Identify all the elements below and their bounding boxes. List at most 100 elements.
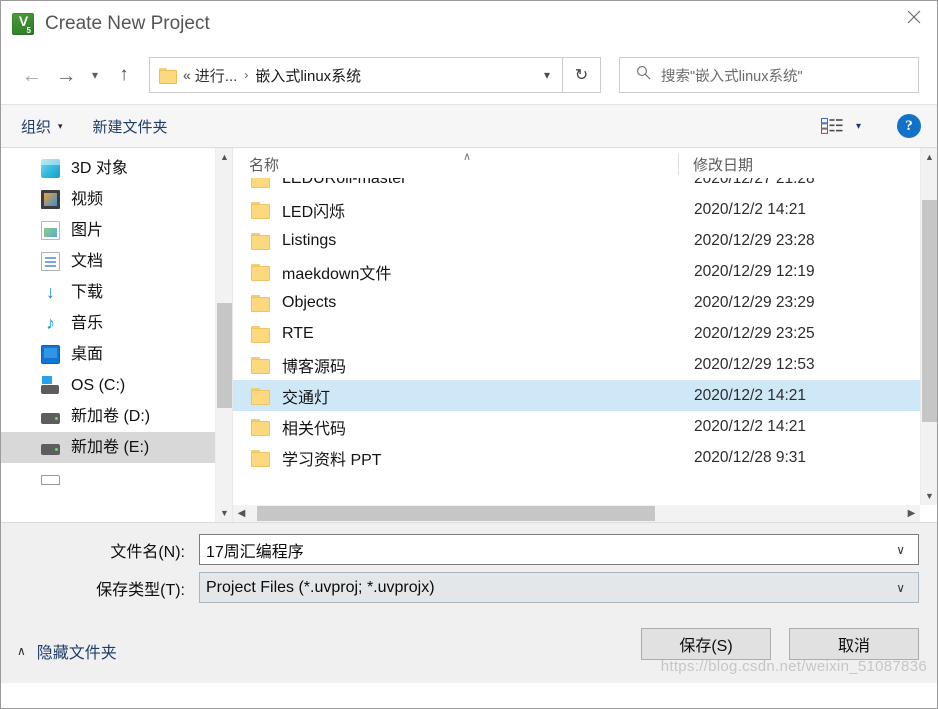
file-list-hscrollbar-thumb[interactable] [257, 506, 655, 521]
dialog-buttons: 保存(S) 取消 [623, 628, 919, 660]
chevron-down-icon: ▾ [58, 120, 63, 131]
breadcrumb-item-0[interactable]: 进行... [195, 65, 238, 86]
sort-ascending-icon: ∧ [463, 151, 472, 163]
sidebar-item[interactable]: 视频 [1, 184, 232, 215]
table-row[interactable]: 博客源码 2020/12/29 12:53 [233, 349, 920, 380]
column-header-date[interactable]: 修改日期 [678, 154, 937, 175]
sidebar-item[interactable]: 3D 对象 [1, 153, 232, 184]
breadcrumb-separator: › [244, 68, 249, 82]
table-row[interactable]: Listings 2020/12/29 23:28 [233, 225, 920, 256]
sidebar-item-label: 图片 [71, 221, 104, 239]
breadcrumb-item-1[interactable]: 嵌入式linux系统 [255, 65, 361, 86]
sidebar-item[interactable]: ♪ 音乐 [1, 308, 232, 339]
table-cell-name: maekdown文件 [233, 260, 678, 284]
sidebar-item[interactable]: 文档 [1, 246, 232, 277]
file-name-label: 交通灯 [282, 389, 331, 407]
chevron-right-icon[interactable]: ▶ [903, 505, 920, 522]
sidebar-item-label: 下载 [71, 283, 104, 301]
desktop-icon [41, 345, 60, 364]
table-row[interactable]: RTE 2020/12/29 23:25 [233, 318, 920, 349]
table-cell-date: 2020/12/27 21:28 [694, 178, 815, 187]
forward-button[interactable]: → [49, 58, 83, 92]
arrow-right-icon: → [55, 63, 77, 87]
new-folder-button[interactable]: 新建文件夹 [93, 116, 168, 137]
help-icon[interactable]: ? [897, 114, 921, 138]
save-button[interactable]: 保存(S) [641, 628, 771, 660]
view-dropdown-icon[interactable]: ▾ [856, 121, 861, 132]
filetype-value: Project Files (*.uvproj; *.uvprojx) [206, 578, 435, 596]
close-icon[interactable] [890, 1, 937, 32]
filename-input[interactable]: 17周汇编程序 [200, 538, 304, 562]
file-list-scrollbar-thumb[interactable] [922, 200, 937, 422]
up-button[interactable]: ↑ [107, 58, 141, 92]
hide-folders-toggle[interactable]: ∧ 隐藏文件夹 [17, 639, 117, 663]
column-header-name[interactable]: 名称 ∧ [233, 151, 678, 175]
search-input[interactable]: 搜索"嵌入式linux系统" [661, 65, 803, 86]
file-list-hscrollbar[interactable]: ◀ ▶ [233, 505, 920, 522]
table-cell-date: 2020/12/29 23:29 [694, 293, 815, 311]
filename-label: 文件名(N): [110, 543, 185, 561]
tree-scrollbar-thumb[interactable] [217, 303, 232, 408]
table-row[interactable]: maekdown文件 2020/12/29 12:19 [233, 256, 920, 287]
table-cell-name: 博客源码 [233, 353, 678, 377]
table-row[interactable]: LED闪烁 2020/12/2 14:21 [233, 194, 920, 225]
sidebar-item[interactable]: 图片 [1, 215, 232, 246]
file-list-rows: LEDURoll-master 2020/12/27 21:28 LED闪烁 2020… [233, 178, 920, 473]
table-row[interactable]: Objects 2020/12/29 23:29 [233, 287, 920, 318]
new-folder-label: 新建文件夹 [92, 118, 168, 136]
address-bar[interactable]: « 进行... › 嵌入式linux系统 ▾ [149, 57, 563, 93]
back-button[interactable]: ← [15, 58, 49, 92]
table-cell-name: Listings [233, 232, 678, 250]
table-row[interactable]: 相关代码 2020/12/2 14:21 [233, 411, 920, 442]
organize-button[interactable]: 组织 ▾ [21, 116, 63, 137]
sidebar-item-label: 音乐 [71, 314, 104, 332]
table-row[interactable]: 交通灯 2020/12/2 14:21 [233, 380, 920, 411]
breadcrumb-overflow[interactable]: « [183, 67, 191, 83]
file-name-label: 学习资料 PPT [282, 451, 382, 469]
documents-icon [41, 252, 60, 271]
column-header-name-label: 名称 [249, 157, 280, 174]
file-list-viewport: LEDURoll-master 2020/12/27 21:28 LED闪烁 2020… [233, 178, 920, 489]
table-cell-date: 2020/12/2 14:21 [694, 200, 807, 218]
chevron-down-icon[interactable]: ∨ [883, 543, 918, 557]
chevron-down-icon[interactable]: ∨ [883, 581, 918, 595]
sidebar-item[interactable]: 桌面 [1, 339, 232, 370]
filename-combobox[interactable]: 17周汇编程序 ∨ [199, 534, 919, 565]
chevron-up-icon[interactable]: ▲ [216, 148, 232, 166]
chevron-down-icon[interactable]: ▼ [921, 487, 937, 505]
table-row[interactable]: LEDURoll-master 2020/12/27 21:28 [233, 178, 920, 194]
refresh-icon[interactable]: ↻ [563, 57, 601, 93]
os-drive-icon [41, 376, 60, 395]
table-cell-name: 学习资料 PPT [233, 446, 678, 470]
table-cell-date: 2020/12/29 12:53 [694, 355, 815, 373]
chevron-left-icon[interactable]: ◀ [233, 505, 250, 522]
file-list-scrollbar[interactable]: ▲ ▼ [920, 148, 937, 505]
save-form: 文件名(N): 17周汇编程序 ∨ 保存类型(T): Project Files… [1, 522, 937, 615]
table-row[interactable]: 学习资料 PPT 2020/12/28 9:31 [233, 442, 920, 473]
sidebar-item[interactable]: 新加卷 (E:) [1, 432, 232, 463]
search-box[interactable]: 搜索"嵌入式linux系统" [619, 57, 919, 93]
tree-scrollbar[interactable]: ▲ ▼ [215, 148, 232, 522]
recent-locations-button[interactable]: ▾ [83, 58, 107, 92]
title-bar: V 5 Create New Project [1, 1, 937, 46]
chevron-down-icon[interactable]: ▼ [216, 504, 232, 522]
table-cell-date: 2020/12/2 14:21 [694, 386, 807, 404]
file-name-label: 博客源码 [282, 358, 347, 376]
browser-content: 3D 对象 视频图片文档 ↓ 下载 ♪ 音乐桌面 OS (C:) 新加卷 (D:) 新加卷 (E… [1, 148, 937, 522]
cancel-button[interactable]: 取消 [789, 628, 919, 660]
sidebar-item[interactable]: 新加卷 (D:) [1, 401, 232, 432]
folder-icon [251, 178, 270, 188]
folder-icon [251, 264, 270, 281]
filetype-select[interactable]: Project Files (*.uvproj; *.uvprojx) ∨ [199, 572, 919, 603]
sidebar-item[interactable]: OS (C:) [1, 370, 232, 401]
sidebar-item-partial[interactable] [1, 463, 232, 494]
sidebar-item[interactable]: ↓ 下载 [1, 277, 232, 308]
chevron-up-icon[interactable]: ▲ [921, 148, 937, 166]
drive-icon [41, 413, 60, 424]
address-dropdown-icon[interactable]: ▾ [532, 68, 562, 82]
file-name-label: Listings [282, 231, 337, 249]
view-list-icon[interactable] [820, 118, 843, 134]
sidebar-item-label: 桌面 [71, 345, 104, 363]
arrow-left-icon: ← [21, 63, 43, 87]
3d-objects-icon [41, 159, 60, 178]
